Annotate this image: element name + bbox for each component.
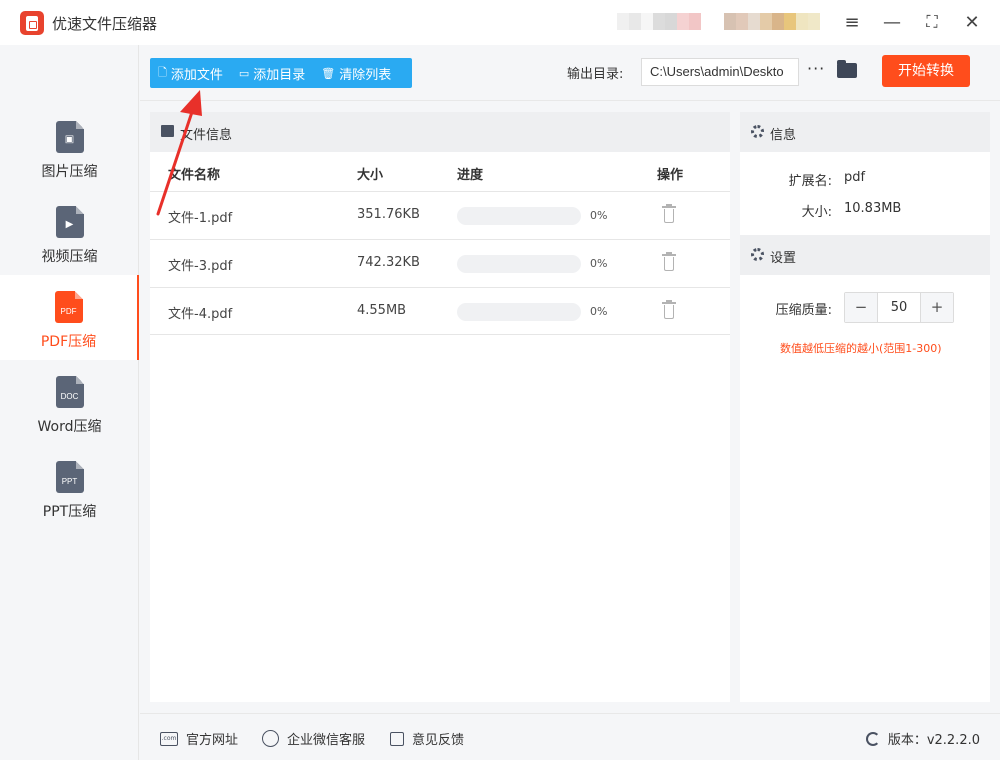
progress-text: 0% bbox=[590, 209, 608, 222]
gear-icon bbox=[751, 125, 764, 138]
pdf-file-icon: PDF bbox=[54, 291, 83, 323]
refresh-icon[interactable] bbox=[865, 731, 880, 746]
sidebar-item-video[interactable]: ▶ 视频压缩 bbox=[0, 190, 139, 275]
wechat-support-link[interactable]: 企业微信客服 bbox=[262, 729, 365, 748]
column-header-progress: 进度 bbox=[457, 168, 484, 183]
delete-icon[interactable] bbox=[662, 204, 676, 224]
output-dir-label: 输出目录: bbox=[567, 67, 624, 82]
column-header-action: 操作 bbox=[657, 168, 684, 183]
delete-icon[interactable] bbox=[662, 300, 676, 320]
table-row[interactable]: 文件-3.pdf 742.32KB 0% bbox=[150, 239, 730, 287]
size-value: 10.83MB bbox=[844, 201, 902, 216]
quality-input[interactable]: 50 bbox=[877, 293, 921, 322]
image-file-icon: ▣ bbox=[55, 121, 84, 153]
add-folder-button[interactable]: ▭ 添加目录 bbox=[231, 58, 313, 88]
clear-list-button[interactable]: 🗑 清除列表 bbox=[313, 58, 399, 88]
column-header-size: 大小 bbox=[357, 168, 384, 183]
video-file-icon: ▶ bbox=[55, 206, 84, 238]
blurred-user-info bbox=[617, 13, 701, 30]
website-icon: .com bbox=[160, 731, 178, 746]
file-action-group: 🗋 添加文件 ▭ 添加目录 🗑 清除列表 bbox=[150, 58, 412, 88]
add-file-button[interactable]: 🗋 添加文件 bbox=[150, 58, 231, 88]
trash-icon: 🗑 bbox=[321, 66, 336, 80]
feedback-link[interactable]: 意见反馈 bbox=[390, 729, 464, 748]
sidebar-item-label: PDF压缩 bbox=[40, 334, 97, 350]
blurred-username bbox=[724, 13, 820, 30]
more-options-icon[interactable]: ··· bbox=[807, 59, 825, 78]
file-icon: 🗋 bbox=[158, 65, 167, 79]
progress-text: 0% bbox=[590, 305, 608, 318]
title-bar: 优速文件压缩器 ≡ — ⛶ ✕ bbox=[0, 0, 1000, 45]
sidebar-item-label: Word压缩 bbox=[37, 419, 102, 435]
open-folder-icon[interactable] bbox=[837, 60, 857, 78]
doc-file-icon: DOC bbox=[55, 376, 84, 408]
footer: .com 官方网址 企业微信客服 意见反馈 版本：v2.2.2.0 bbox=[140, 713, 1000, 760]
close-icon[interactable]: ✕ bbox=[958, 8, 986, 36]
start-convert-button[interactable]: 开始转换 bbox=[882, 55, 970, 87]
quality-label: 压缩质量: bbox=[775, 303, 832, 318]
settings-title: 设置 bbox=[770, 251, 797, 266]
minimize-icon[interactable]: — bbox=[878, 8, 906, 36]
right-panel: 信息 扩展名: pdf 大小: 10.83MB 设置 压缩质量: − 50 + … bbox=[740, 112, 990, 702]
maximize-icon[interactable]: ⛶ bbox=[918, 8, 946, 36]
file-size: 351.76KB bbox=[357, 207, 420, 222]
progress-bar bbox=[457, 303, 581, 321]
app-logo-icon bbox=[20, 11, 44, 35]
menu-icon[interactable]: ≡ bbox=[838, 8, 866, 36]
file-size: 4.55MB bbox=[357, 303, 407, 318]
version-info: 版本：v2.2.2.0 bbox=[865, 729, 980, 748]
table-row[interactable]: 文件-1.pdf 351.76KB 0% bbox=[150, 191, 730, 239]
feedback-icon bbox=[390, 731, 404, 746]
file-panel-header: 文件信息 bbox=[150, 112, 730, 152]
sidebar-item-label: 视频压缩 bbox=[41, 249, 98, 265]
increment-button[interactable]: + bbox=[921, 293, 953, 322]
info-title: 信息 bbox=[770, 128, 797, 143]
sidebar: ▣ 图片压缩 ▶ 视频压缩 PDF PDF压缩 DOC Word压缩 PPT P… bbox=[0, 45, 139, 760]
file-size: 742.32KB bbox=[357, 255, 420, 270]
sidebar-item-label: 图片压缩 bbox=[41, 164, 98, 180]
sidebar-item-image[interactable]: ▣ 图片压缩 bbox=[0, 105, 139, 190]
app-title: 优速文件压缩器 bbox=[52, 15, 158, 33]
annotation-arrow-icon bbox=[156, 90, 202, 216]
delete-icon[interactable] bbox=[662, 252, 676, 272]
folder-outline-icon: ▭ bbox=[238, 66, 250, 80]
table-divider bbox=[150, 334, 730, 335]
quality-hint: 数值越低压缩的越小(范围1-300) bbox=[780, 342, 942, 355]
info-section-header: 信息 bbox=[740, 112, 990, 152]
gear-icon bbox=[751, 248, 764, 261]
file-name: 文件-4.pdf bbox=[168, 307, 233, 322]
progress-bar bbox=[457, 207, 581, 225]
sidebar-item-word[interactable]: DOC Word压缩 bbox=[0, 360, 139, 445]
file-list-panel: 文件信息 文件名称 大小 进度 操作 文件-1.pdf 351.76KB 0% … bbox=[150, 112, 730, 702]
chat-icon bbox=[262, 730, 279, 747]
table-row[interactable]: 文件-4.pdf 4.55MB 0% bbox=[150, 287, 730, 335]
sidebar-item-label: PPT压缩 bbox=[42, 504, 97, 520]
ppt-file-icon: PPT bbox=[55, 461, 84, 493]
size-label: 大小: bbox=[801, 205, 832, 220]
settings-section-header: 设置 bbox=[740, 235, 990, 275]
decrement-button[interactable]: − bbox=[845, 293, 877, 322]
progress-text: 0% bbox=[590, 257, 608, 270]
progress-bar bbox=[457, 255, 581, 273]
toolbar: 🗋 添加文件 ▭ 添加目录 🗑 清除列表 输出目录: C:\Users\admi… bbox=[140, 45, 1000, 101]
sidebar-item-pdf[interactable]: PDF PDF压缩 bbox=[0, 275, 139, 360]
website-link[interactable]: .com 官方网址 bbox=[160, 729, 238, 748]
quality-stepper: − 50 + bbox=[844, 292, 954, 323]
sidebar-item-ppt[interactable]: PPT PPT压缩 bbox=[0, 445, 139, 530]
extension-label: 扩展名: bbox=[788, 174, 832, 189]
file-name: 文件-3.pdf bbox=[168, 259, 233, 274]
extension-value: pdf bbox=[844, 170, 866, 185]
output-path-input[interactable]: C:\Users\admin\Deskto bbox=[641, 58, 799, 86]
